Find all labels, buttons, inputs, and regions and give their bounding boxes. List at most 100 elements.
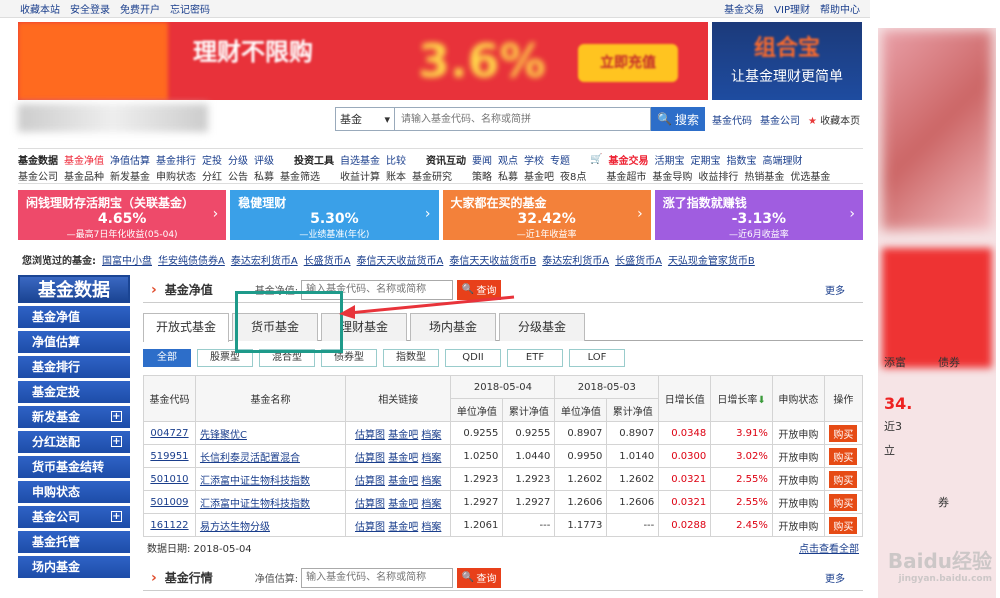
sidebar-item[interactable]: 基金托管	[18, 531, 130, 553]
search-type-select[interactable]: 基金 ▾	[335, 107, 395, 131]
top-link-1[interactable]: 安全登录	[70, 1, 110, 16]
buy-button[interactable]: 购买	[829, 470, 858, 488]
fund-archive-link[interactable]: 档案	[421, 453, 441, 464]
fund-name-link[interactable]: 汇添富中证生物科技指数	[200, 476, 310, 487]
buy-button[interactable]: 购买	[829, 493, 858, 511]
fund-name-link[interactable]: 先锋聚优C	[200, 430, 247, 441]
nav-sub-item[interactable]: 私募	[254, 168, 274, 183]
estimate-chart-link[interactable]: 估算图	[355, 522, 385, 533]
nav-item[interactable]: 比较	[386, 152, 406, 167]
fund-name-link[interactable]: 易方达生物分级	[200, 522, 270, 533]
promo-card[interactable]: 大家都在买的基金 32.42% —近1年收益率 ›	[442, 190, 651, 240]
promo-card[interactable]: 涨了指数就赚钱 -3.13% —近6月收益率 ›	[654, 190, 863, 240]
nav-sub-item[interactable]: 收益排行	[698, 168, 738, 183]
col-accum-1[interactable]: 累计净值	[502, 398, 556, 422]
nav-sub-item[interactable]: 收益计算	[340, 168, 380, 183]
col-rate[interactable]: 日增长率⬇	[710, 375, 773, 422]
buy-button[interactable]: 购买	[829, 424, 858, 442]
search-input[interactable]	[395, 107, 651, 131]
buy-button[interactable]: 购买	[829, 447, 858, 465]
top-right-2[interactable]: 帮助中心	[820, 1, 860, 16]
recent-fund-link[interactable]: 长盛货币A	[615, 252, 662, 267]
tab-open-fund[interactable]: 开放式基金	[143, 313, 229, 342]
filter-button[interactable]: 指数型	[383, 349, 439, 367]
nav-sub-item[interactable]: 私募	[498, 168, 518, 183]
estimate-chart-link[interactable]: 估算图	[355, 499, 385, 510]
fund-name-link[interactable]: 汇添富中证生物科技指数	[200, 499, 310, 510]
col-code[interactable]: 基金代码	[143, 375, 196, 422]
fund-archive-link[interactable]: 档案	[421, 522, 441, 533]
nav-item[interactable]: 专题	[550, 152, 570, 167]
nav-sub-item[interactable]: 夜8点	[560, 168, 586, 183]
estimate-chart-link[interactable]: 估算图	[355, 476, 385, 487]
nav-sub-item[interactable]: 基金超市	[606, 168, 646, 183]
nav-item[interactable]: 净值估算	[110, 152, 150, 167]
recent-fund-link[interactable]: 国富中小盘	[102, 252, 152, 267]
sidebar-item[interactable]: 货币基金结转	[18, 456, 130, 478]
col-unit-1[interactable]: 单位净值	[450, 398, 504, 422]
portfolio-banner[interactable]: 组合宝 让基金理财更简单	[712, 22, 862, 100]
fund-forum-link[interactable]: 基金吧	[388, 499, 418, 510]
top-link-0[interactable]: 收藏本站	[20, 1, 60, 16]
nav-item[interactable]: 指数宝	[726, 152, 756, 167]
fund-code-link[interactable]: 501010	[150, 474, 188, 485]
estimate-chart-link[interactable]: 估算图	[355, 453, 385, 464]
recent-fund-link[interactable]: 华安纯债债券A	[158, 252, 225, 267]
nav-group-tools[interactable]: 投资工具	[294, 152, 334, 167]
nav-sub-item[interactable]: 基金研究	[412, 168, 452, 183]
fund-forum-link[interactable]: 基金吧	[388, 476, 418, 487]
fund-code-link[interactable]: 501009	[150, 497, 188, 508]
plus-icon[interactable]: +	[111, 511, 122, 522]
filter-button[interactable]: LOF	[569, 349, 625, 367]
query-button[interactable]: 🔍 查询	[457, 567, 502, 588]
col-growth[interactable]: 日增长值	[658, 375, 712, 422]
sidebar-item[interactable]: 基金定投	[18, 381, 130, 403]
nav-sub-item[interactable]: 账本	[386, 168, 406, 183]
plus-icon[interactable]: +	[111, 436, 122, 447]
top-link-3[interactable]: 忘记密码	[170, 1, 210, 16]
nav-item[interactable]: 基金净值	[64, 152, 104, 167]
nav-group-data[interactable]: 基金数据	[18, 152, 58, 167]
fund-name-link[interactable]: 长信利泰灵活配置混合	[200, 453, 300, 464]
top-right-1[interactable]: VIP理财	[774, 1, 810, 16]
promo-banner[interactable]: 理财不限购 3.6% 立即充值	[18, 22, 708, 100]
sidebar-item[interactable]: 场内基金	[18, 556, 130, 578]
buy-button[interactable]: 购买	[829, 516, 858, 534]
nav-sub-item[interactable]: 热销基金	[744, 168, 784, 183]
nav-item[interactable]: 自选基金	[340, 152, 380, 167]
nav-item[interactable]: 要闻	[472, 152, 492, 167]
top-right-0[interactable]: 基金交易	[724, 1, 764, 16]
nav-item[interactable]: 学校	[524, 152, 544, 167]
recent-fund-link[interactable]: 泰达宏利货币A	[542, 252, 609, 267]
recent-fund-link[interactable]: 天弘现金管家货币B	[668, 252, 755, 267]
filter-button[interactable]: ETF	[507, 349, 563, 367]
right-ad-column[interactable]: 添富 债券 34. 近3 立 券	[878, 28, 996, 598]
fund-forum-link[interactable]: 基金吧	[388, 430, 418, 441]
search-button[interactable]: 🔍 搜索	[651, 107, 705, 131]
fund-code-link[interactable]: 004727	[150, 428, 188, 439]
more-link[interactable]: 更多	[825, 282, 845, 297]
fund-code-link[interactable]: 519951	[150, 451, 188, 462]
col-unit-2[interactable]: 单位净值	[554, 398, 608, 422]
nav-sub-item[interactable]: 公告	[228, 168, 248, 183]
promo-card[interactable]: 闲钱理财存活期宝（关联基金） 4.65% —最高7日年化收益(05-04) ›	[18, 190, 227, 240]
nav-item[interactable]: 定投	[202, 152, 222, 167]
recent-fund-link[interactable]: 泰达宏利货币A	[231, 252, 298, 267]
sidebar-item[interactable]: 分红送配 +	[18, 431, 130, 453]
nav-item[interactable]: 活期宝	[654, 152, 684, 167]
nav-item[interactable]: 基金排行	[156, 152, 196, 167]
sidebar-item[interactable]: 新发基金 +	[18, 406, 130, 428]
filter-button[interactable]: 全部	[143, 349, 191, 367]
nav-sub-item[interactable]: 基金吧	[524, 168, 554, 183]
top-link-2[interactable]: 免费开户	[120, 1, 160, 16]
sidebar-item[interactable]: 基金公司 +	[18, 506, 130, 528]
fund-archive-link[interactable]: 档案	[421, 499, 441, 510]
fund-forum-link[interactable]: 基金吧	[388, 522, 418, 533]
nav-item[interactable]: 评级	[254, 152, 274, 167]
nav-sub-item[interactable]: 分红	[202, 168, 222, 183]
nav-sub-item[interactable]: 基金公司	[18, 168, 58, 183]
nav-sub-item[interactable]: 策略	[472, 168, 492, 183]
more-link[interactable]: 更多	[825, 570, 845, 585]
nav-item[interactable]: 观点	[498, 152, 518, 167]
nav-item[interactable]: 高端理财	[762, 152, 802, 167]
